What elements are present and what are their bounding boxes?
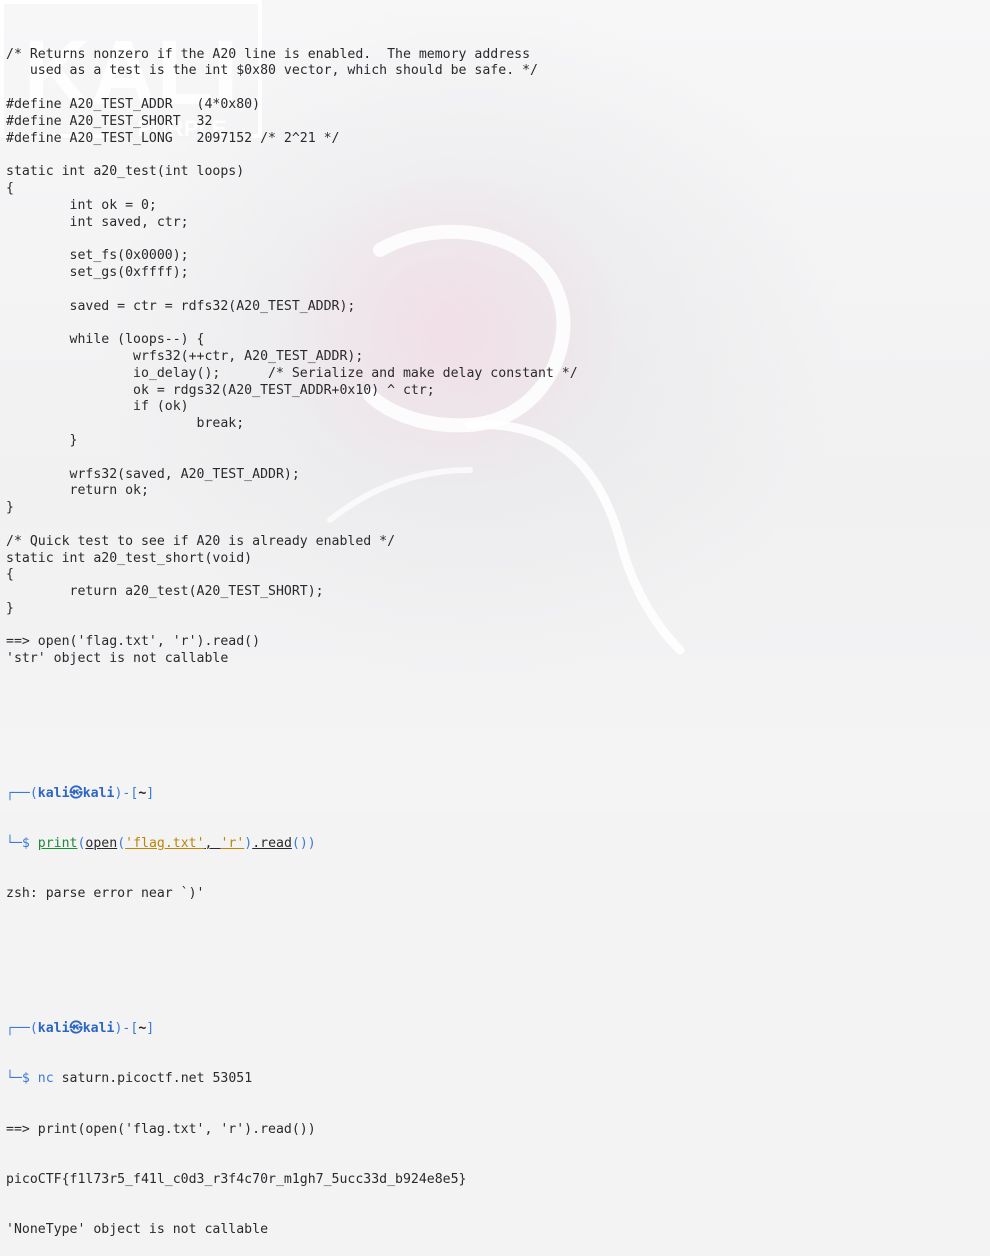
code-listing: /* Returns nonzero if the A20 line is en… (6, 47, 578, 668)
prompt-line-2: ┌──(kali㉿kali)-[~] (6, 1020, 155, 1036)
code-line: { (6, 180, 14, 196)
code-line: { (6, 567, 14, 583)
code-line: } (6, 432, 78, 448)
code-line: int saved, ctr; (6, 214, 189, 230)
code-line: /* Returns nonzero if the A20 line is en… (6, 46, 531, 62)
code-line: used as a test is the int $0x80 vector, … (6, 63, 538, 79)
code-line: int ok = 0; (6, 197, 157, 213)
code-line: #define A20_TEST_LONG 2097152 /* 2^21 */ (6, 130, 340, 146)
prompt-user: kali㉿kali (37, 785, 115, 801)
command-line-2[interactable]: └─$ nc saturn.picoctf.net 53051 (6, 1071, 578, 1088)
code-line: ok = rdgs32(A20_TEST_ADDR+0x10) ^ ctr; (6, 382, 435, 398)
command-line-1[interactable]: └─$ print(open('flag.txt', 'r').read()) (6, 836, 578, 853)
code-line: set_gs(0xffff); (6, 264, 189, 280)
code-line: static int a20_test(int loops) (6, 164, 245, 180)
command-output-1: zsh: parse error near `)' (6, 886, 205, 902)
code-line: } (6, 500, 14, 516)
code-line: wrfs32(saved, A20_TEST_ADDR); (6, 466, 300, 482)
flag-output: picoCTF{f1l73r5_f41l_c0d3_r3f4c70r_m1gh7… (6, 1171, 467, 1187)
code-line: ==> open('flag.txt', 'r').read() (6, 634, 261, 650)
code-line: if (ok) (6, 399, 189, 415)
code-line: saved = ctr = rdfs32(A20_TEST_ADDR); (6, 298, 356, 314)
code-line: } (6, 600, 14, 616)
prompt-line-1: ┌──(kali㉿kali)-[~] (6, 785, 155, 801)
code-line: set_fs(0x0000); (6, 248, 189, 264)
code-line: #define A20_TEST_SHORT 32 (6, 113, 213, 129)
code-line: /* Quick test to see if A20 is already e… (6, 533, 396, 549)
code-line: wrfs32(++ctr, A20_TEST_ADDR); (6, 348, 364, 364)
code-line: while (loops--) { (6, 332, 205, 348)
terminal-output[interactable]: /* Returns nonzero if the A20 line is en… (6, 13, 578, 1256)
prompt-path: ~ (138, 1020, 147, 1036)
code-line: static int a20_test_short(void) (6, 550, 253, 566)
code-line: return ok; (6, 483, 149, 499)
command-output-2-line-3: 'NoneType' object is not callable (6, 1222, 269, 1238)
code-line: return a20_test(A20_TEST_SHORT); (6, 584, 324, 600)
code-line: break; (6, 416, 245, 432)
code-line: 'str' object is not callable (6, 651, 229, 667)
code-line: #define A20_TEST_ADDR (4*0x80) (6, 96, 261, 112)
code-line: io_delay(); /* Serialize and make delay … (6, 365, 578, 381)
prompt-user: kali㉿kali (37, 1020, 115, 1036)
command-output-2-line-1: ==> print(open('flag.txt', 'r').read()) (6, 1121, 316, 1137)
